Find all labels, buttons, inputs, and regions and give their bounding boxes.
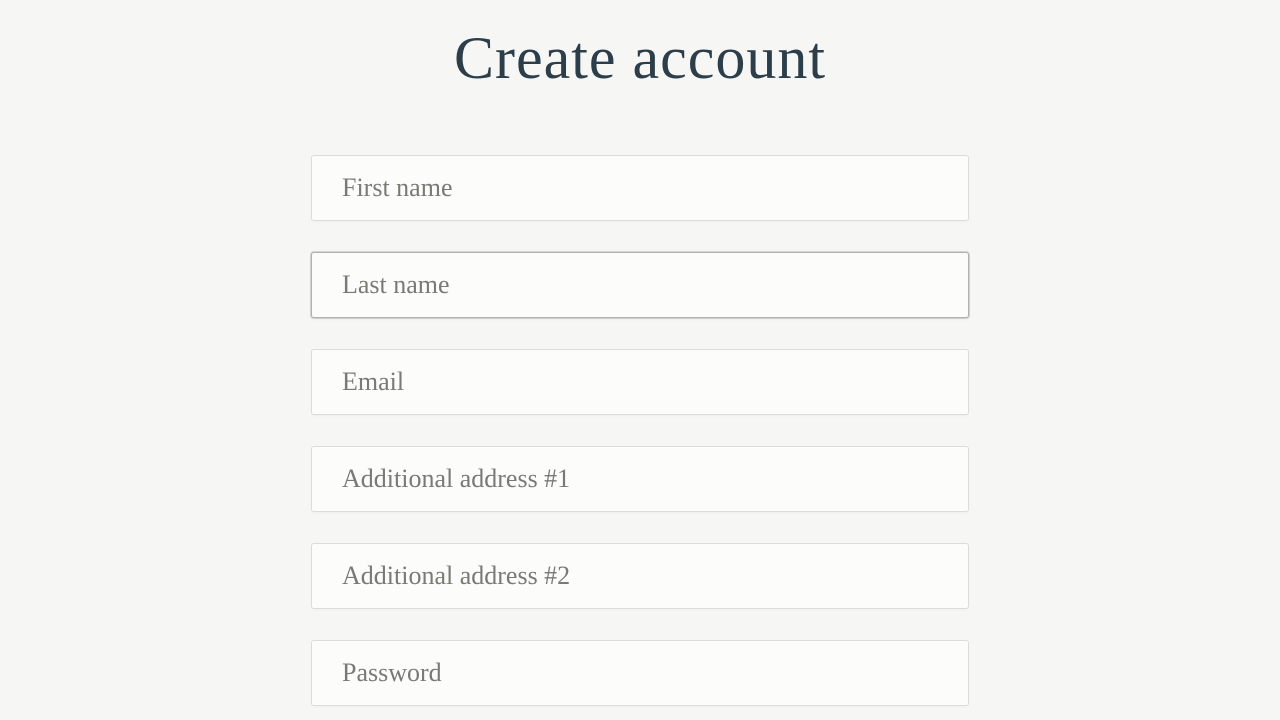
page-title: Create account: [454, 24, 826, 93]
address-1-input[interactable]: [311, 446, 969, 512]
last-name-input[interactable]: [311, 252, 969, 318]
password-input[interactable]: [311, 640, 969, 706]
address-2-input[interactable]: [311, 543, 969, 609]
first-name-input[interactable]: [311, 155, 969, 221]
email-input[interactable]: [311, 349, 969, 415]
create-account-form: [311, 155, 969, 706]
create-account-container: Create account: [0, 0, 1280, 706]
